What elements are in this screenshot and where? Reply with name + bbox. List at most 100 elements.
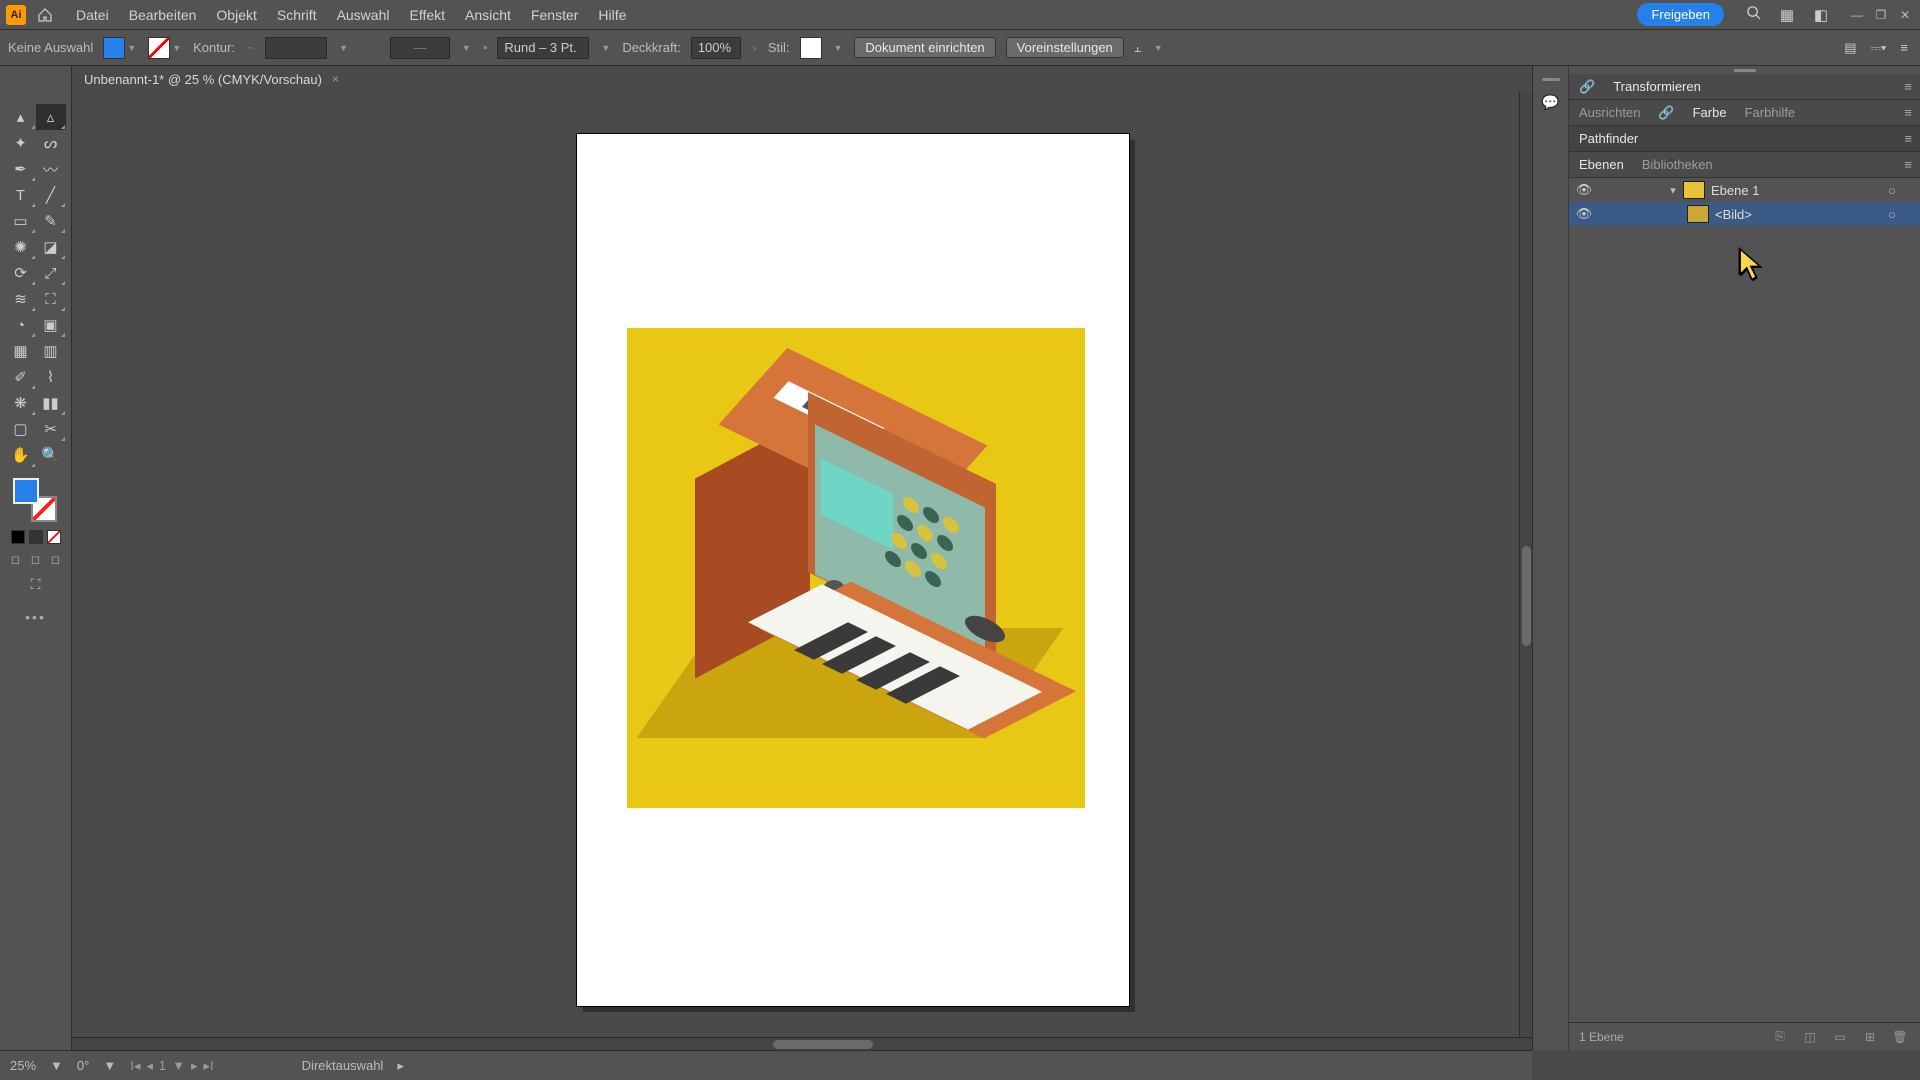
fill-swatch[interactable] <box>103 37 125 59</box>
draw-normal-icon[interactable]: ◻ <box>9 552 23 566</box>
fill-stroke-swatches[interactable] <box>13 478 59 524</box>
workspace-icon[interactable]: ◧ <box>1808 6 1834 24</box>
menu-auswahl[interactable]: Auswahl <box>327 7 400 23</box>
rotation-field[interactable]: 0° <box>77 1058 89 1073</box>
panel-menu-icon[interactable]: ≡ <box>1904 79 1912 94</box>
menu-hilfe[interactable]: Hilfe <box>588 7 636 23</box>
chevron-down-icon[interactable]: ▼ <box>50 1058 63 1073</box>
style-swatch[interactable] <box>800 37 822 59</box>
curvature-tool[interactable]: 〰 <box>36 156 66 182</box>
document-setup-button[interactable]: Dokument einrichten <box>854 37 995 58</box>
zoom-tool[interactable]: 🔍 <box>36 442 66 468</box>
rectangle-tool[interactable]: ▭ <box>6 208 36 234</box>
stroke-weight-field[interactable] <box>265 37 327 59</box>
grid-icon[interactable]: ▤ <box>1844 40 1856 56</box>
close-tab-icon[interactable]: × <box>332 72 339 86</box>
align-to-icon[interactable]: ⫠ <box>1134 40 1142 56</box>
locate-object-icon[interactable]: ⎘ <box>1770 1029 1790 1044</box>
canvas-area[interactable] <box>72 92 1532 1050</box>
width-tool[interactable]: ≋ <box>6 286 36 312</box>
share-button[interactable]: Freigeben <box>1637 3 1724 26</box>
direct-selection-tool[interactable]: ▵ <box>36 104 66 130</box>
selection-tool[interactable]: ▴ <box>6 104 36 130</box>
gradient-tool[interactable]: ▥ <box>36 338 66 364</box>
stroke-link-icon[interactable]: ⌢ <box>245 42 255 53</box>
perspective-tool[interactable]: ▣ <box>36 312 66 338</box>
draw-inside-icon[interactable]: ◻ <box>49 552 63 566</box>
pen-tool[interactable]: ✒ <box>6 156 36 182</box>
chevron-down-icon[interactable]: ▼ <box>125 43 138 53</box>
chevron-down-icon[interactable]: ▼ <box>172 1058 185 1073</box>
fill-color[interactable] <box>13 478 39 504</box>
disclosure-triangle[interactable]: ▾ <box>1663 184 1683 197</box>
layer-thumbnail[interactable] <box>1683 181 1705 199</box>
layer-thumbnail[interactable] <box>1687 205 1709 223</box>
link-icon[interactable]: 🔗 <box>1579 79 1595 95</box>
scale-tool[interactable]: ⤢ <box>36 260 66 286</box>
chevron-down-icon[interactable]: ▼ <box>170 43 183 53</box>
zoom-field[interactable]: 25% <box>10 1058 36 1073</box>
slice-tool[interactable]: ✂ <box>36 416 66 442</box>
transform-tab[interactable]: Transformieren <box>1613 79 1701 94</box>
menu-datei[interactable]: Datei <box>66 7 119 23</box>
screen-mode-icon[interactable]: ⛶ <box>31 576 41 593</box>
eraser-tool[interactable]: ◪ <box>36 234 66 260</box>
layers-tab[interactable]: Ebenen <box>1579 157 1624 172</box>
panel-menu-icon[interactable]: ≡ <box>1900 40 1908 56</box>
chevron-down-icon[interactable]: ▼ <box>103 1058 116 1073</box>
link-icon[interactable]: 🔗 <box>1658 105 1674 121</box>
artboard-tool[interactable]: ▢ <box>6 416 36 442</box>
home-icon[interactable] <box>34 4 56 26</box>
eyedropper-tool[interactable]: ✐ <box>6 364 36 390</box>
arrange-icon[interactable]: ▦ <box>1774 6 1800 24</box>
chevron-right-icon[interactable]: › <box>751 43 758 53</box>
comments-icon[interactable]: 💬 <box>1540 91 1562 113</box>
search-icon[interactable] <box>1740 5 1766 24</box>
rotate-tool[interactable]: ⟳ <box>6 260 36 286</box>
menu-objekt[interactable]: Objekt <box>206 7 266 23</box>
symbol-sprayer-tool[interactable]: ❋ <box>6 390 36 416</box>
preferences-button[interactable]: Voreinstellungen <box>1006 37 1124 58</box>
menu-bearbeiten[interactable]: Bearbeiten <box>119 7 207 23</box>
chevron-down-icon[interactable]: ▼ <box>599 43 612 53</box>
prev-artboard-icon[interactable]: ◂ <box>146 1058 153 1074</box>
mesh-tool[interactable]: ▦ <box>6 338 36 364</box>
chevron-down-icon[interactable]: ▼ <box>1152 43 1165 53</box>
target-icon[interactable]: ○ <box>1880 183 1904 198</box>
blend-tool[interactable]: ⌇ <box>36 364 66 390</box>
color-guide-tab[interactable]: Farbhilfe <box>1745 105 1796 120</box>
first-artboard-icon[interactable]: I◂ <box>130 1058 140 1074</box>
shape-builder-tool[interactable]: ◔ <box>6 312 36 338</box>
layer-row[interactable]: 👁 ▾ Ebene 1 ○ <box>1569 178 1920 202</box>
artboard-number[interactable]: 1 <box>159 1058 166 1073</box>
graph-tool[interactable]: ▮▮ <box>36 390 66 416</box>
horizontal-scrollbar[interactable] <box>72 1037 1532 1050</box>
snap-icon[interactable]: ⎓▾ <box>1871 40 1887 56</box>
chevron-down-icon[interactable]: ▼ <box>460 43 473 53</box>
libraries-tab[interactable]: Bibliotheken <box>1642 157 1713 172</box>
panel-menu-icon[interactable]: ≡ <box>1904 131 1912 146</box>
draw-behind-icon[interactable]: ◻ <box>29 552 43 566</box>
vertical-scrollbar[interactable] <box>1519 92 1532 1037</box>
next-artboard-icon[interactable]: ▸ <box>191 1058 198 1074</box>
visibility-toggle[interactable]: 👁 <box>1569 182 1599 198</box>
create-sublayer-icon[interactable]: ▭ <box>1830 1030 1850 1044</box>
delete-layer-icon[interactable]: 🗑 <box>1890 1030 1910 1044</box>
align-tab[interactable]: Ausrichten <box>1579 105 1640 120</box>
new-layer-icon[interactable]: ⊞ <box>1860 1030 1880 1044</box>
target-icon[interactable]: ○ <box>1880 207 1904 222</box>
close-button[interactable]: ✕ <box>1896 8 1914 22</box>
hand-tool[interactable]: ✋ <box>6 442 36 468</box>
sublayer-name[interactable]: <Bild> <box>1715 207 1752 222</box>
document-tab[interactable]: Unbenannt-1* @ 25 % (CMYK/Vorschau) × <box>72 68 351 91</box>
color-mode-swatches[interactable] <box>11 530 61 544</box>
menu-effekt[interactable]: Effekt <box>399 7 455 23</box>
line-tool[interactable]: ╱ <box>36 182 66 208</box>
color-tab[interactable]: Farbe <box>1693 105 1727 120</box>
paintbrush-tool[interactable]: ✎ <box>36 208 66 234</box>
status-menu-icon[interactable]: ▸ <box>397 1058 404 1074</box>
menu-ansicht[interactable]: Ansicht <box>455 7 521 23</box>
menu-schrift[interactable]: Schrift <box>267 7 327 23</box>
lasso-tool[interactable]: ᔕ <box>36 130 66 156</box>
menu-fenster[interactable]: Fenster <box>521 7 588 23</box>
